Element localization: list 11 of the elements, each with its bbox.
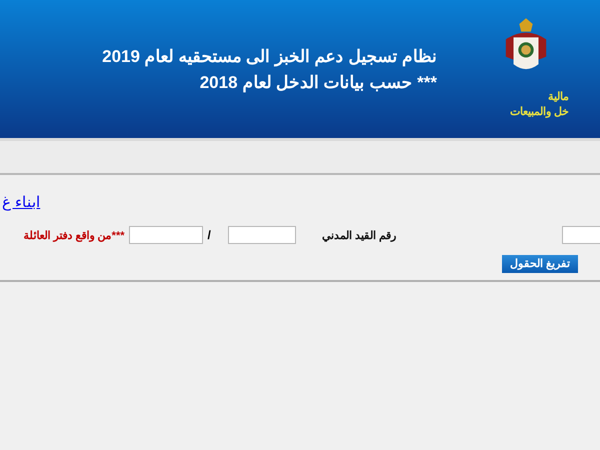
national-id-label: رقم القيد المدني — [322, 228, 396, 242]
ministry-name: مالية — [547, 90, 570, 105]
input-field[interactable] — [128, 226, 203, 244]
banner-title: *** حسب بيانات الدخل لعام 2018 — [198, 72, 437, 94]
clear-fields-button[interactable]: تفريغ الحقول — [502, 255, 578, 273]
separator: / — [208, 228, 211, 242]
family-book-label: ***من واقع دفتر العائلة — [24, 228, 125, 242]
banner-title: نظام تسجيل دعم الخبز الى مستحقيه لعام 2019 — [102, 46, 437, 68]
ministry-name: خل والمبيعات — [510, 105, 570, 120]
link[interactable]: ابناء غ — [2, 193, 40, 215]
input-field[interactable] — [228, 226, 296, 244]
